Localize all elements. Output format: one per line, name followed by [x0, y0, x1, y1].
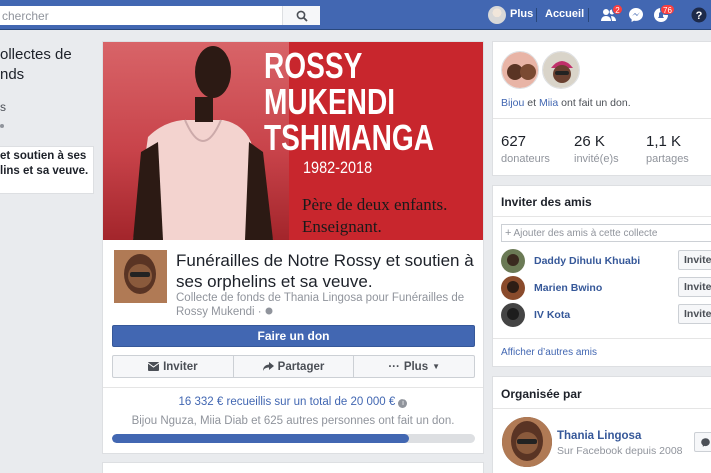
stat-invited-label: invité(e)s [574, 153, 619, 165]
progress-fill [112, 434, 409, 443]
more-link[interactable]: Plus [510, 8, 533, 20]
donors-card: Bijou et Miia ont fait un don. 627 donat… [492, 41, 711, 176]
cover-photo: ROSSY MUKENDI TSHIMANGA 1982-2018 Père d… [103, 42, 483, 240]
sidebar-item-active[interactable]: et soutien à ses lins et sa veuve. [0, 146, 94, 194]
friend-name[interactable]: Daddy Dihulu Khuabi [534, 255, 640, 267]
chevron-down-icon: ▼ [432, 362, 441, 371]
cover-name-line: TSHIMANGA [264, 117, 435, 158]
stat-invited-value: 26 K [574, 133, 605, 150]
search-icon [296, 10, 308, 22]
organizer-name[interactable]: Thania Lingosa [557, 430, 641, 442]
friend-avatar[interactable] [501, 303, 525, 327]
invite-button[interactable]: Inviter [113, 356, 234, 377]
donors-summary[interactable]: Bijou Nguza, Miia Diab et 625 autres per… [103, 415, 483, 427]
globe-icon [265, 307, 273, 315]
cover-name-line: MUKENDI [264, 81, 396, 122]
home-link[interactable]: Accueil [545, 8, 584, 20]
amount-raised-text: 16 332 € recueillis sur un total de 20 0… [178, 396, 396, 408]
invite-card: Inviter des amis + Ajouter des amis à ce… [492, 185, 711, 367]
divider [588, 8, 589, 22]
search-input[interactable] [0, 7, 282, 24]
stat-donors-value: 627 [501, 133, 527, 150]
message-organizer-button[interactable] [694, 432, 711, 452]
donate-button[interactable]: Faire un don [112, 325, 475, 347]
cover-name-line: ROSSY [264, 45, 363, 86]
sidebar-item-label: et soutien à ses lins et sa veuve. [0, 150, 89, 177]
share-icon [262, 362, 274, 371]
cover-tagline: Père de deux enfants. [302, 195, 448, 214]
sidebar-bullet [0, 124, 4, 128]
show-more-friends-link[interactable]: Afficher d’autres amis [501, 347, 597, 358]
donor-link[interactable]: Bijou [501, 97, 524, 109]
divider [103, 387, 483, 388]
stat-donors-label: donateurs [501, 153, 550, 165]
cover-portrait [103, 42, 289, 240]
friend-name[interactable]: IV Kota [534, 309, 570, 321]
envelope-icon [148, 362, 160, 371]
friend-row: IV Kota Inviter [501, 303, 711, 327]
divider [493, 338, 711, 339]
fundraiser-title[interactable]: Funérailles de Notre Rossy et soutien à … [176, 250, 476, 292]
donor-avatar[interactable] [542, 51, 580, 89]
friend-avatar[interactable] [501, 249, 525, 273]
cover-years: 1982-2018 [303, 158, 373, 177]
friend-avatar[interactable] [501, 276, 525, 300]
more-label: Plus [403, 360, 429, 373]
fundraiser-byline: Collecte de fonds de Thania Lingosa pour… [176, 292, 465, 318]
plus-icon: + [505, 227, 512, 239]
donors-and: et [524, 97, 539, 109]
progress-bar [112, 434, 475, 443]
svg-text:?: ? [696, 10, 703, 22]
info-icon[interactable]: i [398, 399, 408, 408]
add-friends-input[interactable]: + Ajouter des amis à cette collecte [501, 224, 711, 242]
sidebar-item[interactable]: s [0, 100, 6, 114]
organizer-since: Sur Facebook depuis 2008 [557, 445, 683, 457]
donor-avatar[interactable] [501, 51, 539, 89]
stat-shares-label: partages [646, 153, 689, 165]
donor-link[interactable]: Miia [539, 97, 558, 109]
messenger-icon[interactable] [627, 6, 645, 24]
search-box [0, 6, 320, 25]
profile-avatar[interactable] [488, 6, 506, 24]
divider [493, 408, 711, 409]
invite-friend-button[interactable]: Inviter [678, 304, 711, 324]
more-dots-icon: ··· [388, 360, 400, 373]
invite-friend-button[interactable]: Inviter [678, 277, 711, 297]
next-card [102, 462, 484, 473]
friend-name[interactable]: Marien Bwino [534, 282, 602, 294]
invite-label: Inviter [163, 360, 198, 373]
amount-raised[interactable]: 16 332 € recueillis sur un total de 20 0… [103, 396, 483, 408]
sidebar-title: ollectes de nds [0, 46, 72, 83]
fundraiser-avatar[interactable] [114, 250, 167, 303]
organizer-card-title: Organisée par [501, 387, 582, 401]
donors-suffix: ont fait un don. [558, 97, 631, 109]
help-icon[interactable]: ? [690, 6, 708, 24]
stat-shares-value: 1,1 K [646, 133, 682, 150]
invite-friend-button[interactable]: Inviter [678, 250, 711, 270]
friend-row: Daddy Dihulu Khuabi Inviter [501, 249, 711, 273]
organizer-avatar[interactable] [502, 417, 552, 467]
organizer-card: Organisée par Thania Lingosa Sur Faceboo… [492, 376, 711, 473]
person-illustration [133, 46, 273, 240]
notifications-badge: 76 [660, 4, 675, 15]
divider [493, 216, 711, 217]
messenger-icon [700, 437, 710, 447]
search-button[interactable] [282, 6, 320, 25]
top-bar: Plus Accueil 2 76 ? [0, 0, 711, 30]
action-bar: Inviter Partager ··· Plus ▼ [112, 355, 475, 378]
divider [536, 8, 537, 22]
friend-requests-badge: 2 [612, 4, 623, 15]
donors-line: Bijou et Miia ont fait un don. [501, 97, 631, 109]
more-button[interactable]: ··· Plus ▼ [354, 356, 474, 377]
share-label: Partager [277, 360, 325, 373]
divider [493, 118, 711, 119]
fundraiser-subtitle: Collecte de fonds de Thania Lingosa pour… [176, 291, 476, 319]
cover-tagline: Enseignant. [302, 217, 382, 236]
fundraiser-card: ROSSY MUKENDI TSHIMANGA 1982-2018 Père d… [102, 41, 484, 454]
friend-row: Marien Bwino Inviter [501, 276, 711, 300]
share-button[interactable]: Partager [234, 356, 355, 377]
add-friends-placeholder: Ajouter des amis à cette collecte [513, 227, 658, 239]
invite-card-title: Inviter des amis [501, 195, 592, 209]
